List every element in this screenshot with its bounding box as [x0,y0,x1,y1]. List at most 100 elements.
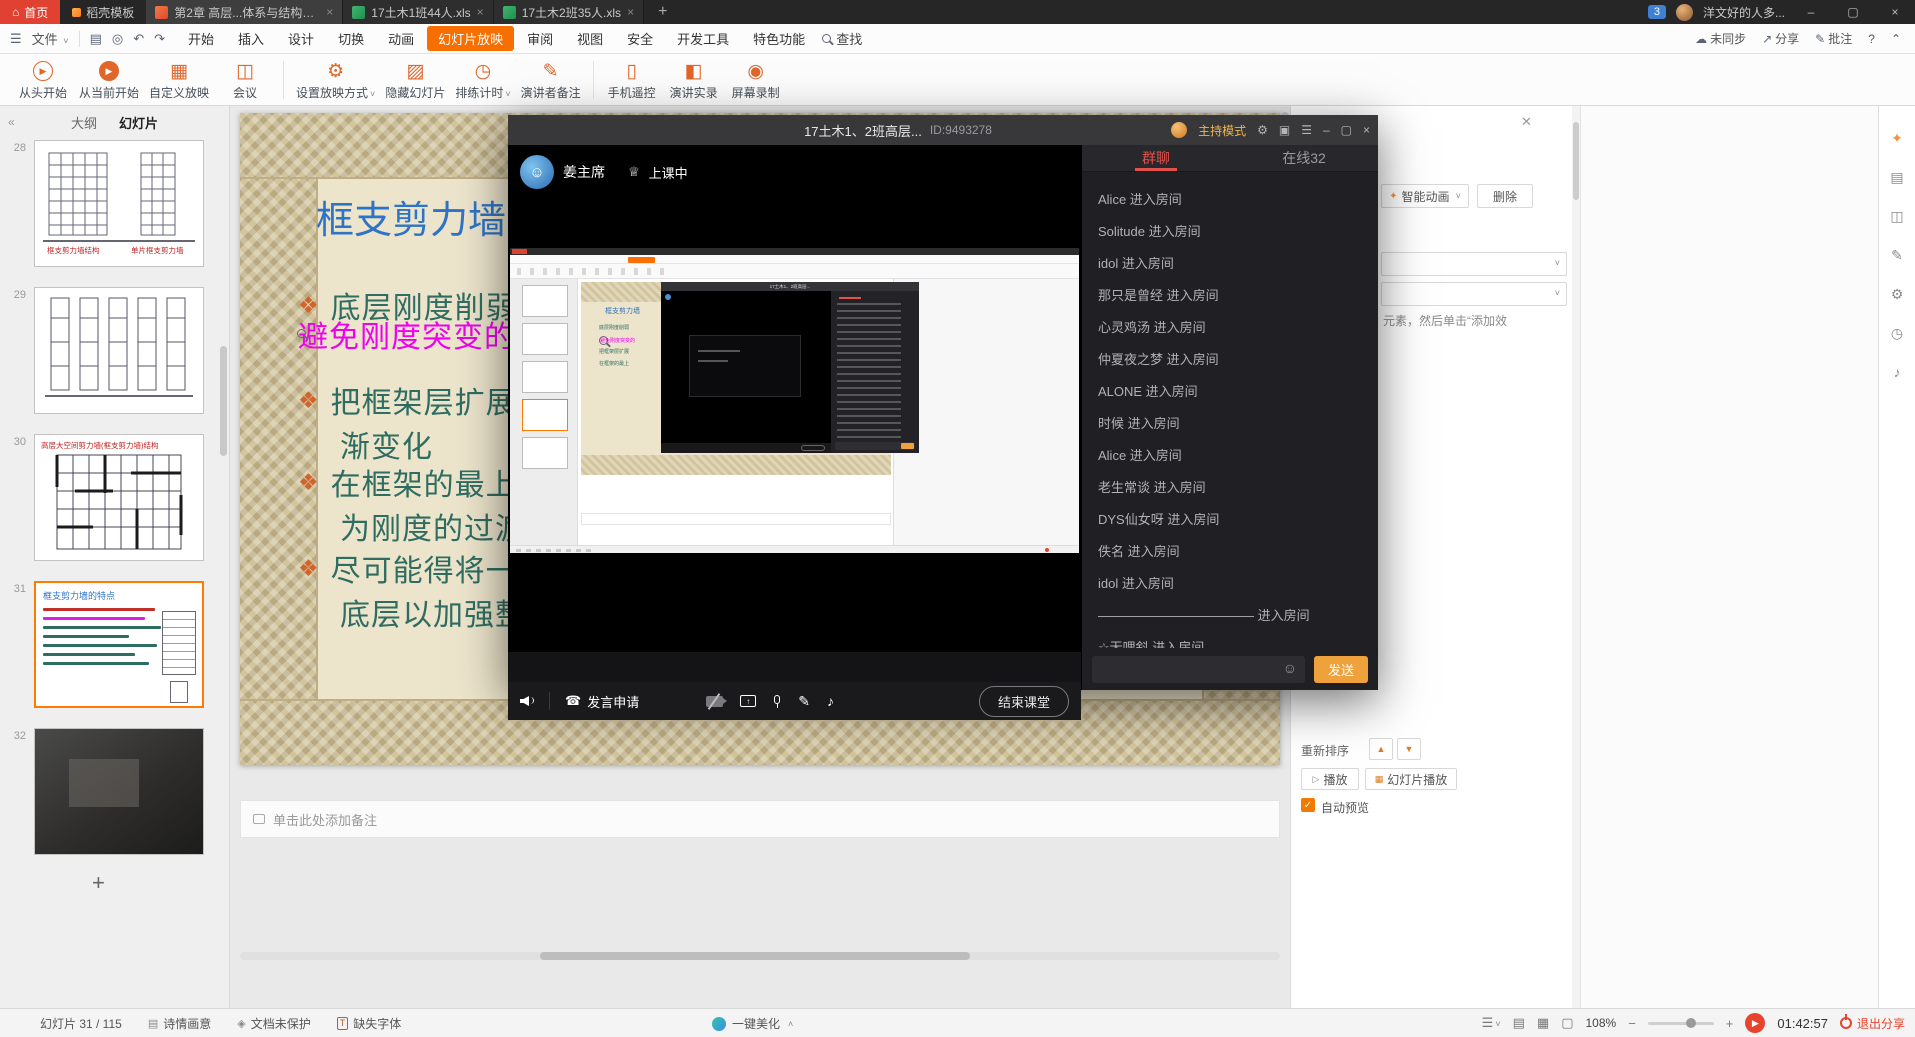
chat-message-list[interactable]: Alice 进入房间 Solitude 进入房间 idol 进入房间 那只是曾经… [1082,172,1378,648]
ribbon-tab-security[interactable]: 安全 [616,26,664,51]
rehearse-timings-button[interactable]: ◷排练计时˅ [450,59,515,101]
ribbon-tab-transition[interactable]: 切换 [327,26,375,51]
pane-scrollbar[interactable] [1572,106,1580,1008]
close-tab-icon[interactable]: × [627,5,634,19]
ribbon-tab-design[interactable]: 设计 [277,26,325,51]
ribbon-tab-devtools[interactable]: 开发工具 [666,26,740,51]
hamburger-icon[interactable]: ☰ [10,31,22,47]
reading-view-icon[interactable]: ▢ [1561,1015,1573,1031]
phone-remote-button[interactable]: ▯手机遥控 [601,59,663,101]
slideshow-play-button[interactable]: ▦幻灯片播放 [1365,768,1457,790]
ribbon-tab-features[interactable]: 特色功能 [742,26,816,51]
protection-status[interactable]: ◈文档未保护 [237,1015,310,1032]
theme-name[interactable]: ▤诗情画意 [148,1015,211,1032]
find-button[interactable]: 查找 [822,29,862,48]
hide-slide-button[interactable]: ▨隐藏幻灯片 [380,59,450,101]
zoom-in-icon[interactable]: + [1726,1016,1734,1031]
zoom-slider[interactable] [1648,1022,1714,1025]
screen-share-icon[interactable]: ↑ [740,695,756,707]
move-up-button[interactable]: ▲ [1369,738,1393,760]
end-class-button[interactable]: 结束课堂 [979,686,1069,717]
play-animation-button[interactable]: ▷播放 [1301,768,1359,790]
comment-button[interactable]: ✎批注 [1815,30,1852,47]
undo-icon[interactable]: ↶ [133,31,144,47]
slide-text[interactable]: 底层以加强整 [340,590,526,634]
meeting-minimize-icon[interactable]: – [1323,123,1330,137]
slide-thumbnail-28[interactable]: 框支剪力墙结构 单片框支剪力墙 [34,140,204,267]
start-from-current-button[interactable]: ▶从当前开始 [74,59,144,101]
slide-text[interactable]: 为刚度的过渡 [340,504,526,548]
ribbon-tab-animation[interactable]: 动画 [377,26,425,51]
meeting-button[interactable]: ◫会议 [214,59,276,101]
pane-close-icon[interactable]: ✕ [1521,114,1532,130]
animation-select[interactable]: ˅ [1381,252,1567,276]
meeting-maximize-icon[interactable]: ▢ [1341,123,1352,137]
print-icon[interactable]: ◎ [112,31,123,47]
rail-edit-icon[interactable]: ✎ [1891,247,1903,264]
ribbon-tab-slideshow[interactable]: 幻灯片放映 [427,26,514,51]
slide-title[interactable]: 框支剪力墙 [316,189,506,244]
microphone-icon[interactable] [773,695,781,707]
move-down-button[interactable]: ▼ [1397,738,1421,760]
rail-history-icon[interactable]: ◷ [1891,325,1903,342]
user-avatar[interactable] [1676,4,1693,21]
docer-template-tab[interactable]: 稻壳模板 [60,0,146,24]
custom-show-button[interactable]: ▦自定义放映 [144,59,214,101]
sync-status[interactable]: ☁未同步 [1695,30,1746,47]
rail-layout-icon[interactable]: ◫ [1890,208,1903,225]
collapse-ribbon-icon[interactable]: ⌃ [1891,32,1901,46]
notes-area[interactable]: 单击此处添加备注 [240,800,1280,838]
play-slideshow-button[interactable]: ▶ [1745,1013,1765,1033]
meeting-titlebar[interactable]: 17土木1、2班高层... ID:9493278 主持模式 ⚙ ▣ ☰ – ▢ … [508,115,1378,145]
meeting-popout-icon[interactable]: ▣ [1279,123,1290,137]
slide-thumbnail-32[interactable] [34,728,204,855]
animation-option-select[interactable]: ˅ [1381,282,1567,306]
ribbon-tab-review[interactable]: 审阅 [516,26,564,51]
slides-tab[interactable]: 幻灯片 [119,113,158,132]
delete-animation-button[interactable]: 删除 [1477,184,1533,208]
slide-thumbnail-31[interactable]: 框支剪力墙的特点 [34,581,204,708]
notification-badge[interactable]: 3 [1648,5,1666,19]
chat-input[interactable]: ☺ [1092,656,1305,683]
outline-tab[interactable]: 大纲 [71,113,97,132]
rail-media-icon[interactable]: ♪ [1894,364,1901,380]
screen-record-button[interactable]: ◉屏幕录制 [725,59,787,101]
emoji-icon[interactable]: ☺ [1283,660,1297,676]
share-button[interactable]: ↗分享 [1762,30,1799,47]
doc-tab-xls-2[interactable]: 17土木2班35人.xls× [494,0,644,24]
slide-thumbnail-29[interactable] [34,287,204,414]
new-tab-button[interactable]: + [644,3,681,21]
speaker-icon[interactable] [520,695,534,707]
meeting-settings-icon[interactable]: ⚙ [1257,123,1268,137]
request-speak-button[interactable]: ☎发言申请 [565,692,639,711]
help-button[interactable]: ? [1868,32,1875,46]
thumbnail-scrollbar[interactable] [220,146,227,998]
one-click-beautify-button[interactable]: 一键美化˄ [712,1009,793,1037]
grid-view-icon[interactable]: ▦ [1537,1015,1549,1031]
close-tab-icon[interactable]: × [326,5,333,19]
start-from-beginning-button[interactable]: ▶从头开始 [12,59,74,101]
close-icon[interactable]: × [1879,5,1911,19]
add-slide-button[interactable]: + [92,870,105,896]
meeting-menu-icon[interactable]: ☰ [1301,123,1312,137]
file-menu[interactable]: 文件 ˅ [32,29,69,48]
minimize-icon[interactable]: – [1795,5,1827,19]
collapse-panel-icon[interactable]: « [8,115,15,129]
meeting-close-icon[interactable]: × [1363,123,1370,137]
zoom-level[interactable]: 108% [1585,1016,1616,1030]
send-button[interactable]: 发送 [1314,656,1368,683]
ribbon-tab-start[interactable]: 开始 [177,26,225,51]
close-tab-icon[interactable]: × [477,5,484,19]
music-icon[interactable]: ♪ [827,693,834,709]
rail-settings-icon[interactable]: ⚙ [1891,286,1904,303]
slide-bullet[interactable]: ❖在框架的最上 [298,460,517,504]
save-icon[interactable]: ▤ [90,31,102,47]
maximize-icon[interactable]: ▢ [1837,5,1869,19]
slide-text-emphasis[interactable]: 避免刚度突变的 [297,329,306,338]
online-tab[interactable]: 在线32 [1230,145,1378,171]
slide-bullet[interactable]: ❖把框架层扩展 [298,378,517,422]
view-menu-icon[interactable]: ☰˅ [1482,1015,1501,1031]
redo-icon[interactable]: ↷ [154,31,165,47]
show-settings-button[interactable]: ⚙设置放映方式˅ [291,59,380,101]
presentation-record-button[interactable]: ◧演讲实录 [663,59,725,101]
